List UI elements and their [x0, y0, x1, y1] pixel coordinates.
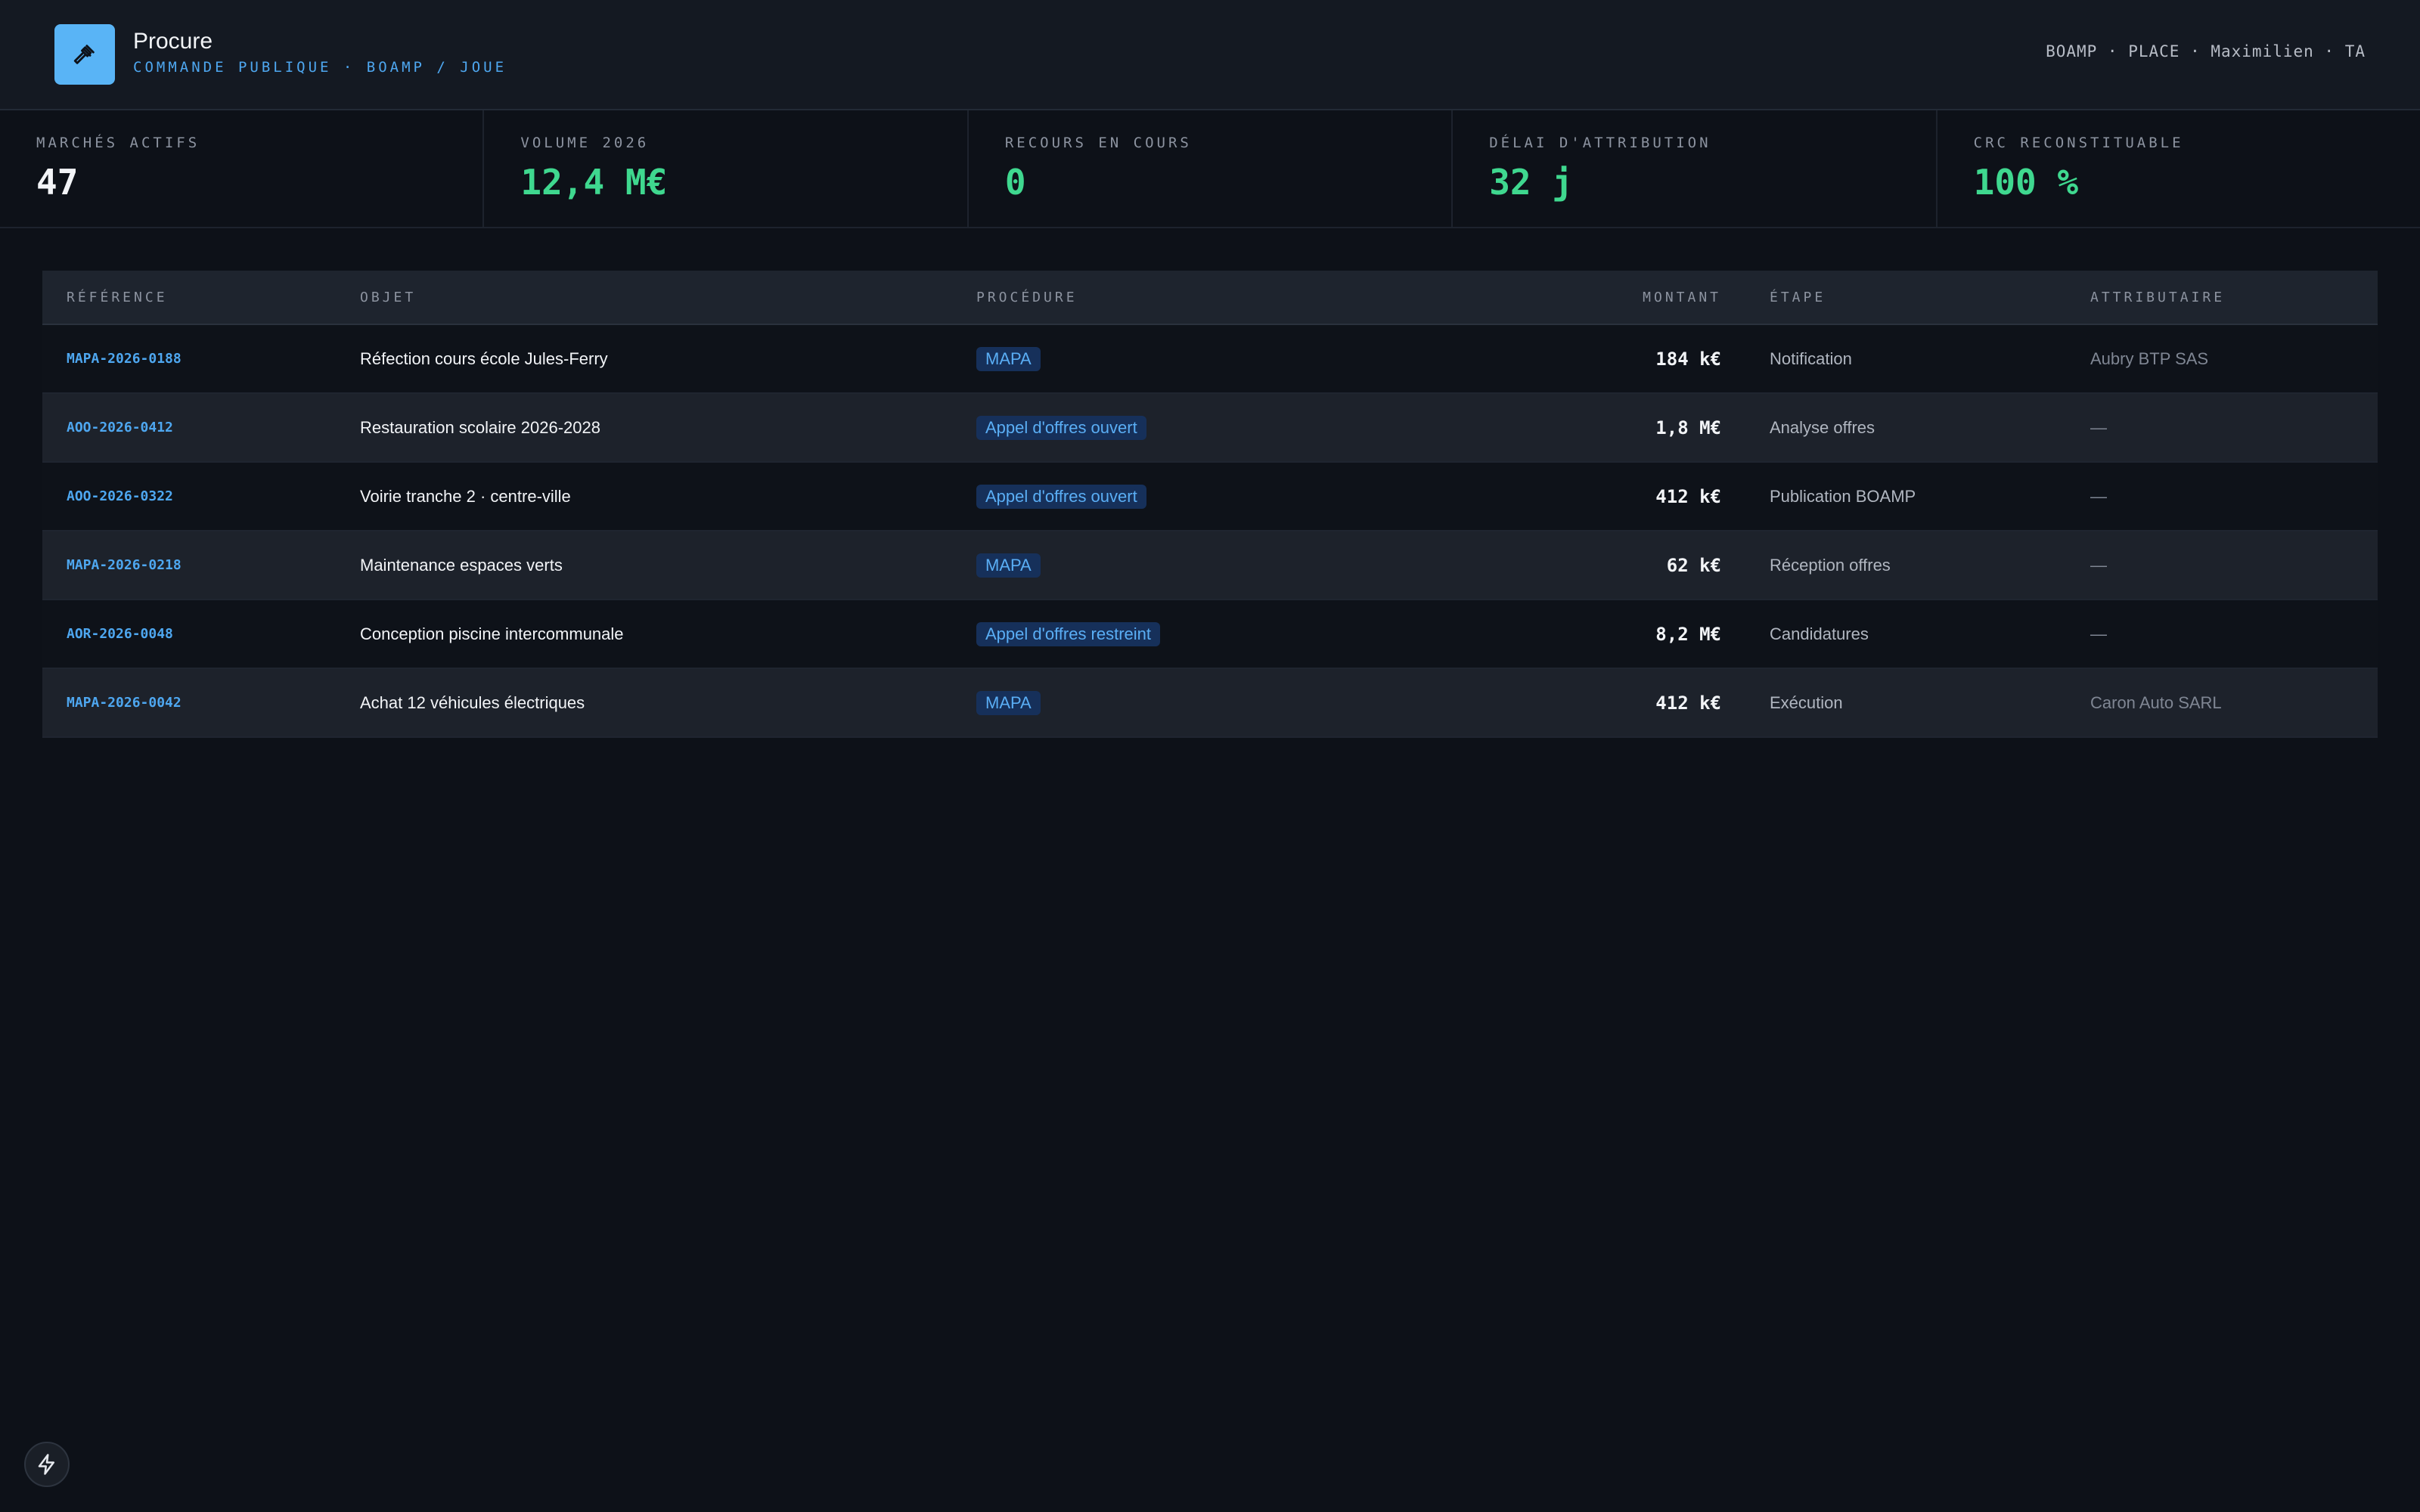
column-header-object[interactable]: OBJET	[360, 290, 976, 305]
awardee-cell: —	[2090, 555, 2107, 575]
stat-label: DÉLAI D'ATTRIBUTION	[1489, 135, 1711, 151]
stage-cell: Réception offres	[1770, 555, 1891, 575]
amount-cell: 412 k€	[1655, 485, 1721, 507]
awardee-cell: —	[2090, 624, 2107, 643]
table-row[interactable]: AOO-2026-0412 Restauration scolaire 2026…	[42, 394, 2378, 463]
object-cell: Restauration scolaire 2026-2028	[360, 417, 600, 437]
stage-cell: Publication BOAMP	[1770, 486, 1916, 506]
object-cell: Maintenance espaces verts	[360, 555, 563, 575]
reference-link[interactable]: AOR-2026-0048	[67, 626, 173, 642]
column-header-stage[interactable]: ÉTAPE	[1721, 290, 2090, 305]
reference-link[interactable]: MAPA-2026-0188	[67, 351, 182, 367]
amount-cell: 184 k€	[1655, 348, 1721, 370]
column-header-procedure[interactable]: PROCÉDURE	[976, 290, 1445, 305]
user-info[interactable]: BOAMP · PLACE · Maximilien · TA	[2046, 42, 2366, 60]
amount-cell: 1,8 M€	[1655, 417, 1721, 438]
contracts-table: RÉFÉRENCE OBJET PROCÉDURE MONTANT ÉTAPE …	[42, 271, 2378, 738]
stat-active-contracts: MARCHÉS ACTIFS 47	[0, 110, 485, 227]
table-row[interactable]: AOO-2026-0322 Voirie tranche 2 · centre-…	[42, 463, 2378, 531]
object-cell: Achat 12 véhicules électriques	[360, 692, 585, 712]
quick-action-button[interactable]	[24, 1442, 70, 1487]
reference-link[interactable]: MAPA-2026-0042	[67, 695, 182, 711]
object-cell: Conception piscine intercommunale	[360, 624, 624, 643]
reference-link[interactable]: AOO-2026-0412	[67, 420, 173, 435]
lightning-icon	[38, 1454, 54, 1475]
object-cell: Voirie tranche 2 · centre-ville	[360, 486, 571, 506]
procedure-badge: MAPA	[976, 346, 1041, 371]
procedure-badge: Appel d'offres ouvert	[976, 484, 1146, 509]
column-header-awardee[interactable]: ATTRIBUTAIRE	[2090, 290, 2378, 305]
stage-cell: Candidatures	[1770, 624, 1869, 643]
top-bar: Procure COMMANDE PUBLIQUE · BOAMP / JOUE…	[0, 0, 2420, 110]
stat-award-delay: DÉLAI D'ATTRIBUTION 32 j	[1453, 110, 1938, 227]
stage-cell: Exécution	[1770, 692, 1843, 712]
app-name: Procure	[133, 29, 213, 54]
stat-appeals: RECOURS EN COURS 0	[969, 110, 1454, 227]
procedure-badge: Appel d'offres restreint	[976, 621, 1161, 646]
stat-label: MARCHÉS ACTIFS	[36, 135, 200, 151]
table-row[interactable]: MAPA-2026-0218 Maintenance espaces verts…	[42, 531, 2378, 600]
stat-value: 100 %	[1973, 162, 2079, 203]
table-row[interactable]: MAPA-2026-0188 Réfection cours école Jul…	[42, 325, 2378, 394]
table-row[interactable]: AOR-2026-0048 Conception piscine interco…	[42, 600, 2378, 669]
stat-label: RECOURS EN COURS	[1004, 135, 1192, 151]
gavel-icon	[73, 45, 95, 64]
procedure-badge: MAPA	[976, 553, 1041, 578]
object-cell: Réfection cours école Jules-Ferry	[360, 349, 608, 368]
stat-value: 47	[36, 162, 79, 203]
procedure-badge: Appel d'offres ouvert	[976, 415, 1146, 440]
awardee-cell: Aubry BTP SAS	[2090, 349, 2209, 368]
stat-value: 12,4 M€	[520, 162, 668, 203]
amount-cell: 62 k€	[1666, 554, 1721, 576]
app-subtitle: COMMANDE PUBLIQUE · BOAMP / JOUE	[133, 59, 507, 76]
procedure-badge: MAPA	[976, 690, 1041, 715]
stat-value: 0	[1004, 162, 1026, 203]
app-logo[interactable]	[54, 24, 115, 85]
reference-link[interactable]: MAPA-2026-0218	[67, 557, 182, 573]
column-header-reference[interactable]: RÉFÉRENCE	[42, 290, 360, 305]
column-header-amount[interactable]: MONTANT	[1445, 290, 1721, 305]
stat-label: VOLUME 2026	[520, 135, 650, 151]
awardee-cell: Caron Auto SARL	[2090, 692, 2222, 712]
stage-cell: Notification	[1770, 349, 1852, 368]
awardee-cell: —	[2090, 486, 2107, 506]
stat-crc: CRC RECONSTITUABLE 100 %	[1938, 110, 2420, 227]
stat-volume: VOLUME 2026 12,4 M€	[484, 110, 969, 227]
table-header: RÉFÉRENCE OBJET PROCÉDURE MONTANT ÉTAPE …	[42, 271, 2378, 325]
table-row[interactable]: MAPA-2026-0042 Achat 12 véhicules électr…	[42, 669, 2378, 738]
stats-bar: MARCHÉS ACTIFS 47 VOLUME 2026 12,4 M€ RE…	[0, 110, 2420, 228]
amount-cell: 8,2 M€	[1655, 623, 1721, 645]
stat-label: CRC RECONSTITUABLE	[1973, 135, 2184, 151]
stage-cell: Analyse offres	[1770, 417, 1876, 437]
reference-link[interactable]: AOO-2026-0322	[67, 488, 173, 504]
amount-cell: 412 k€	[1655, 692, 1721, 714]
stat-value: 32 j	[1489, 162, 1573, 203]
awardee-cell: —	[2090, 417, 2107, 437]
